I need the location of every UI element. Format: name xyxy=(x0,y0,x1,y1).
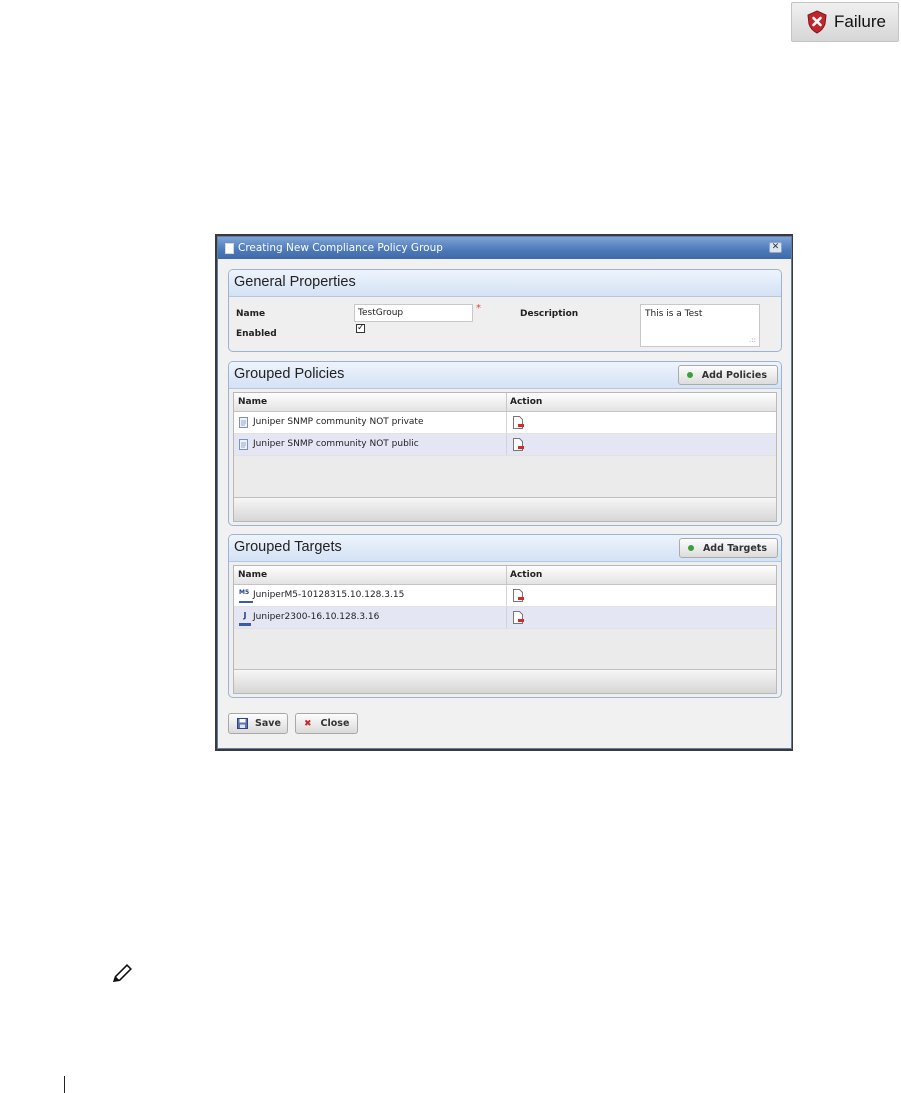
dialog-titlebar[interactable]: Creating New Compliance Policy Group ✕ xyxy=(218,237,791,259)
close-label: Close xyxy=(320,718,350,729)
table-row[interactable]: Juniper SNMP community NOT private xyxy=(234,412,776,434)
router-device-icon: M5 xyxy=(239,590,253,603)
grid-header: Name Action xyxy=(234,566,776,585)
description-label: Description xyxy=(520,309,579,319)
policy-name: Juniper SNMP community NOT public xyxy=(253,439,419,449)
column-divider xyxy=(506,412,507,433)
close-x-icon: ✖ xyxy=(304,718,312,729)
remove-document-icon[interactable] xyxy=(513,438,524,451)
description-text: This is a Test xyxy=(645,309,703,319)
table-row[interactable]: Juniper SNMP community NOT public xyxy=(234,434,776,456)
grid-footer xyxy=(234,497,776,521)
shield-x-icon xyxy=(807,10,827,34)
grouped-policies-title: Grouped Policies xyxy=(234,366,345,382)
floppy-disk-icon xyxy=(237,718,248,729)
table-row[interactable]: J Juniper2300-16.10.128.3.16 xyxy=(234,607,776,629)
failure-status-badge: Failure xyxy=(791,2,899,42)
add-targets-label: Add Targets xyxy=(702,542,767,554)
remove-document-icon[interactable] xyxy=(513,589,524,602)
name-label: Name xyxy=(236,309,266,319)
column-header-name[interactable]: Name xyxy=(238,570,267,580)
grouped-targets-title: Grouped Targets xyxy=(234,539,342,555)
compliance-policy-group-dialog: Creating New Compliance Policy Group ✕ G… xyxy=(217,236,792,749)
general-properties-title: General Properties xyxy=(234,274,356,290)
general-properties-panel: General Properties Name TestGroup * Enab… xyxy=(228,269,782,352)
required-icon: * xyxy=(476,303,481,314)
policy-name: Juniper SNMP community NOT private xyxy=(253,417,424,427)
panel-header: Grouped Targets Add Targets xyxy=(229,535,781,562)
column-header-action[interactable]: Action xyxy=(510,570,542,580)
add-targets-button[interactable]: Add Targets xyxy=(678,538,778,558)
add-icon xyxy=(686,372,693,378)
save-button[interactable]: Save xyxy=(228,713,288,734)
policy-document-icon xyxy=(239,439,248,450)
grid-footer xyxy=(234,669,776,693)
switch-device-icon: J xyxy=(239,612,251,626)
add-policies-button[interactable]: Add Policies xyxy=(677,365,778,385)
column-divider xyxy=(506,434,507,455)
column-divider xyxy=(506,393,507,411)
remove-document-icon[interactable] xyxy=(513,416,524,429)
save-label: Save xyxy=(255,718,281,729)
policy-document-icon xyxy=(239,417,248,428)
column-header-action[interactable]: Action xyxy=(510,397,542,407)
targets-grid: Name Action M5 JuniperM5-10128315.10.128… xyxy=(233,565,777,694)
note-pencil-icon xyxy=(113,964,132,982)
enabled-checkbox[interactable]: ✓ xyxy=(356,324,365,333)
description-field[interactable]: This is a Test .:: xyxy=(640,304,760,347)
dialog-title: Creating New Compliance Policy Group xyxy=(238,242,443,254)
resize-grip-icon[interactable]: .:: xyxy=(749,336,756,344)
panel-header: Grouped Policies Add Policies xyxy=(229,362,781,389)
remove-document-icon[interactable] xyxy=(513,611,524,624)
name-field[interactable]: TestGroup xyxy=(354,304,473,322)
column-divider xyxy=(506,607,507,628)
add-icon xyxy=(687,545,694,551)
close-button[interactable]: ✖ Close xyxy=(295,713,358,734)
grid-header: Name Action xyxy=(234,393,776,412)
target-name: JuniperM5-10128315.10.128.3.15 xyxy=(253,590,405,600)
failure-label: Failure xyxy=(834,12,886,31)
target-name: Juniper2300-16.10.128.3.16 xyxy=(253,612,380,622)
enabled-label: Enabled xyxy=(236,329,277,339)
column-header-name[interactable]: Name xyxy=(238,397,267,407)
page-margin-rule xyxy=(64,1076,65,1093)
table-row[interactable]: M5 JuniperM5-10128315.10.128.3.15 xyxy=(234,585,776,607)
column-divider xyxy=(506,585,507,606)
panel-header: General Properties xyxy=(229,270,781,297)
close-icon[interactable]: ✕ xyxy=(769,242,782,253)
grouped-policies-panel: Grouped Policies Add Policies Name Actio… xyxy=(228,361,782,526)
grouped-targets-panel: Grouped Targets Add Targets Name Action … xyxy=(228,534,782,698)
add-policies-label: Add Policies xyxy=(701,369,767,381)
document-icon xyxy=(225,242,234,254)
column-divider xyxy=(506,566,507,584)
policies-grid: Name Action Juniper SNMP community NOT p… xyxy=(233,392,777,522)
